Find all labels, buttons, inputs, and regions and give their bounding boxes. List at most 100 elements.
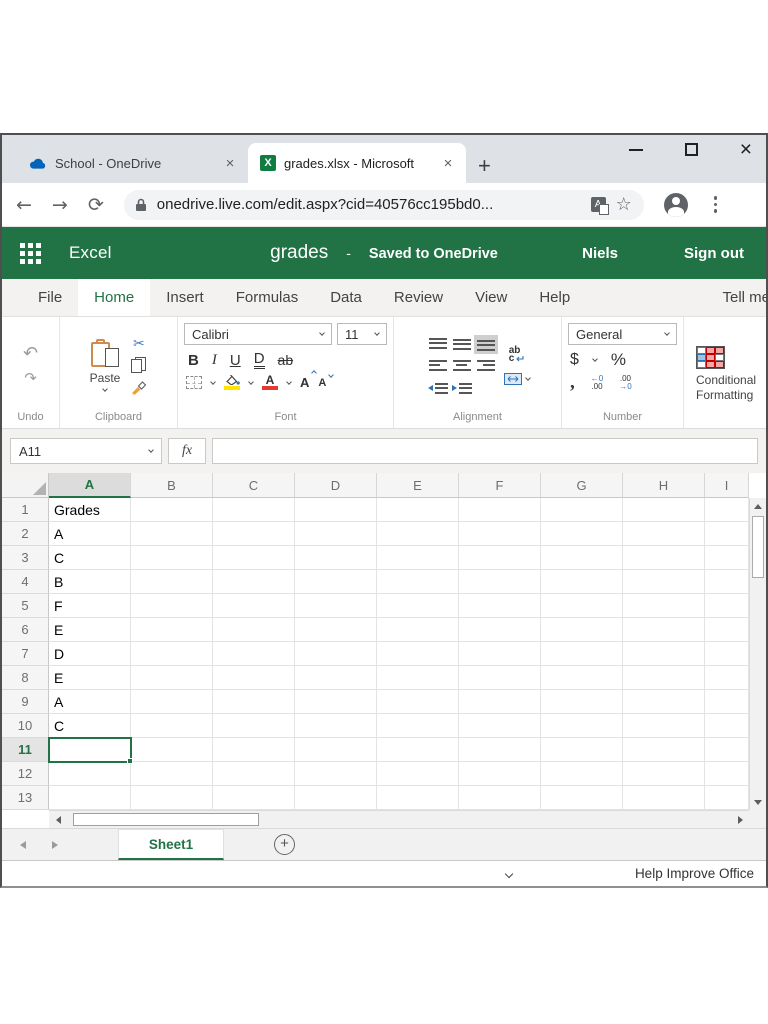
cell-A2[interactable]: A bbox=[49, 522, 131, 546]
decrease-indent-icon[interactable] bbox=[427, 382, 448, 395]
cell-E11[interactable] bbox=[377, 738, 459, 762]
cell-B13[interactable] bbox=[131, 786, 213, 810]
cell-E3[interactable] bbox=[377, 546, 459, 570]
scroll-down-button[interactable] bbox=[750, 794, 766, 810]
cell-H9[interactable] bbox=[623, 690, 705, 714]
cell-I5[interactable] bbox=[705, 594, 749, 618]
cell-C3[interactable] bbox=[213, 546, 295, 570]
row-header-5[interactable]: 5 bbox=[2, 594, 49, 618]
column-header-E[interactable]: E bbox=[377, 473, 459, 498]
copy-icon[interactable] bbox=[131, 356, 147, 373]
font-size-select[interactable]: 11 bbox=[337, 323, 387, 345]
cell-I7[interactable] bbox=[705, 642, 749, 666]
cell-F3[interactable] bbox=[459, 546, 541, 570]
cell-A6[interactable]: E bbox=[49, 618, 131, 642]
app-launcher-icon[interactable] bbox=[20, 242, 41, 264]
menu-tab-home[interactable]: Home bbox=[78, 279, 151, 316]
cell-H6[interactable] bbox=[623, 618, 705, 642]
cell-C7[interactable] bbox=[213, 642, 295, 666]
cell-F4[interactable] bbox=[459, 570, 541, 594]
conditional-formatting-button[interactable]: Conditional Formatting bbox=[696, 373, 756, 403]
cell-C2[interactable] bbox=[213, 522, 295, 546]
sheet-tab-sheet1[interactable]: Sheet1 bbox=[118, 829, 224, 860]
cell-I13[interactable] bbox=[705, 786, 749, 810]
underline-button[interactable]: U bbox=[230, 352, 241, 369]
align-middle-icon[interactable] bbox=[452, 338, 471, 351]
cell-I9[interactable] bbox=[705, 690, 749, 714]
cell-I6[interactable] bbox=[705, 618, 749, 642]
cell-H12[interactable] bbox=[623, 762, 705, 786]
cell-C4[interactable] bbox=[213, 570, 295, 594]
cell-A11[interactable] bbox=[48, 737, 133, 764]
cell-B10[interactable] bbox=[131, 714, 213, 738]
vertical-scrollbar[interactable] bbox=[749, 498, 766, 810]
horizontal-scrollbar-thumb[interactable] bbox=[73, 813, 259, 826]
row-header-7[interactable]: 7 bbox=[2, 642, 49, 666]
cell-B2[interactable] bbox=[131, 522, 213, 546]
align-top-icon[interactable] bbox=[428, 337, 447, 351]
cell-E8[interactable] bbox=[377, 666, 459, 690]
cell-E6[interactable] bbox=[377, 618, 459, 642]
cell-F1[interactable] bbox=[459, 498, 541, 522]
cell-E13[interactable] bbox=[377, 786, 459, 810]
scroll-right-button[interactable] bbox=[731, 811, 749, 828]
cell-D8[interactable] bbox=[295, 666, 377, 690]
cut-icon[interactable]: ✂ bbox=[133, 337, 145, 351]
select-all-button[interactable] bbox=[2, 473, 49, 498]
cell-D3[interactable] bbox=[295, 546, 377, 570]
strikethrough-button[interactable]: ab bbox=[278, 352, 294, 368]
decrease-font-size-button[interactable]: A bbox=[318, 371, 335, 389]
cell-I11[interactable] bbox=[705, 738, 749, 762]
conditional-formatting-icon[interactable] bbox=[696, 346, 725, 369]
cell-E9[interactable] bbox=[377, 690, 459, 714]
cell-A12[interactable] bbox=[49, 762, 131, 786]
row-header-12[interactable]: 12 bbox=[2, 762, 49, 786]
sign-out-button[interactable]: Sign out bbox=[684, 245, 744, 262]
wrap-text-icon[interactable]: ab c bbox=[509, 346, 525, 364]
status-bar-chevron-icon[interactable] bbox=[504, 869, 514, 878]
menu-tab-review[interactable]: Review bbox=[378, 279, 459, 316]
cell-F11[interactable] bbox=[459, 738, 541, 762]
horizontal-scrollbar[interactable] bbox=[49, 810, 749, 828]
fill-color-button[interactable] bbox=[224, 375, 240, 390]
menu-tab-formulas[interactable]: Formulas bbox=[220, 279, 315, 316]
cell-G13[interactable] bbox=[541, 786, 623, 810]
decrease-decimal-button[interactable]: .00 →0 bbox=[619, 375, 631, 391]
cell-A7[interactable]: D bbox=[49, 642, 131, 666]
add-sheet-button[interactable]: + bbox=[274, 834, 295, 855]
cell-H2[interactable] bbox=[623, 522, 705, 546]
cell-H5[interactable] bbox=[623, 594, 705, 618]
row-header-2[interactable]: 2 bbox=[2, 522, 49, 546]
row-header-11[interactable]: 11 bbox=[2, 738, 49, 762]
cell-C9[interactable] bbox=[213, 690, 295, 714]
fill-color-dropdown-icon[interactable] bbox=[248, 378, 254, 385]
column-header-G[interactable]: G bbox=[541, 473, 623, 498]
browser-menu-icon[interactable] bbox=[708, 196, 724, 213]
double-underline-button[interactable]: D bbox=[253, 351, 265, 369]
cell-A13[interactable] bbox=[49, 786, 131, 810]
cell-D10[interactable] bbox=[295, 714, 377, 738]
cell-B9[interactable] bbox=[131, 690, 213, 714]
window-minimize-button[interactable] bbox=[628, 148, 643, 151]
url-field[interactable]: onedrive.live.com/edit.aspx?cid=40576cc1… bbox=[123, 189, 644, 220]
cell-G7[interactable] bbox=[541, 642, 623, 666]
cell-I2[interactable] bbox=[705, 522, 749, 546]
cell-F13[interactable] bbox=[459, 786, 541, 810]
column-header-C[interactable]: C bbox=[213, 473, 295, 498]
redo-icon[interactable]: ↷ bbox=[24, 371, 37, 386]
menu-tab-insert[interactable]: Insert bbox=[150, 279, 220, 316]
currency-format-button[interactable]: $ bbox=[570, 351, 579, 369]
tab-grades-xlsx[interactable]: X grades.xlsx - Microsoft × bbox=[248, 143, 466, 183]
cell-B12[interactable] bbox=[131, 762, 213, 786]
column-header-I[interactable]: I bbox=[705, 473, 749, 498]
row-header-8[interactable]: 8 bbox=[2, 666, 49, 690]
name-box[interactable]: A11 bbox=[10, 438, 162, 464]
cell-A10[interactable]: C bbox=[49, 714, 131, 738]
cell-I8[interactable] bbox=[705, 666, 749, 690]
column-header-B[interactable]: B bbox=[131, 473, 213, 498]
cell-D5[interactable] bbox=[295, 594, 377, 618]
cell-F7[interactable] bbox=[459, 642, 541, 666]
cell-E2[interactable] bbox=[377, 522, 459, 546]
align-bottom-icon[interactable] bbox=[473, 334, 498, 354]
scroll-up-button[interactable] bbox=[750, 498, 766, 514]
